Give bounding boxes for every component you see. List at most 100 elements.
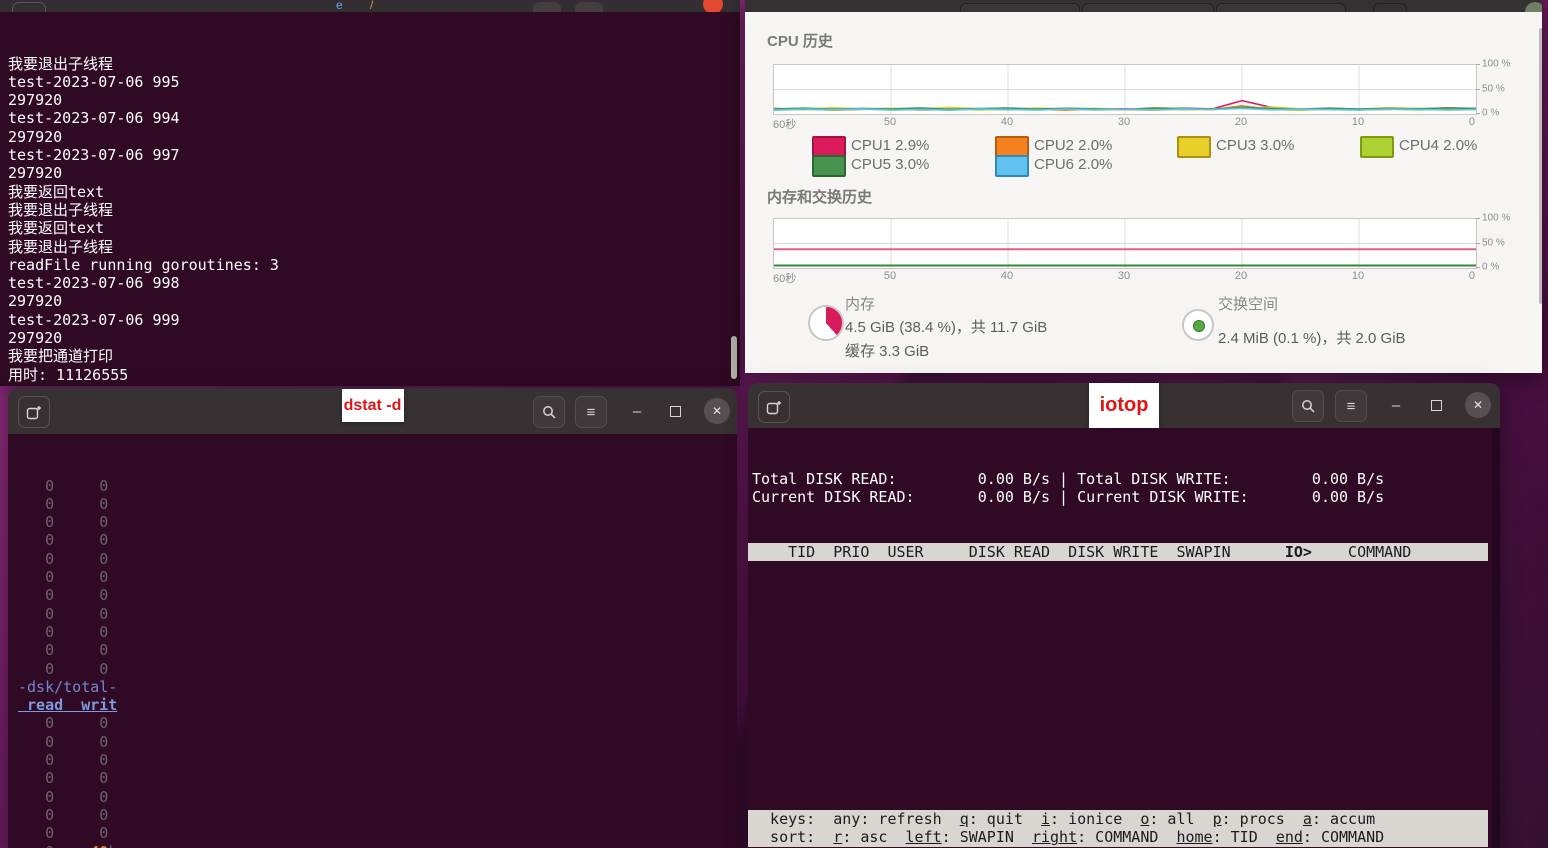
text-segment: 0 0 xyxy=(18,531,109,550)
memory-y-axis: 100 % 50 % 0 % xyxy=(1476,213,1522,273)
iotop-terminal-window: ≡ – ✕ iotop Total DISK READ: 0.00 B/s | … xyxy=(748,383,1500,848)
terminal-line: 0 0 xyxy=(18,806,737,824)
close-icon: ✕ xyxy=(711,404,723,418)
terminal-line: 297920 xyxy=(8,329,63,348)
terminal-line: 0 0 xyxy=(18,641,737,659)
text-segment: p xyxy=(1212,810,1222,828)
x-tick-label: 0 xyxy=(1468,270,1475,282)
terminal-line: 我要退出子线程 xyxy=(8,237,114,256)
terminal-line: 0 0 xyxy=(18,751,737,769)
menu-circle-button[interactable] xyxy=(1525,2,1542,12)
text-segment: -dsk/total- xyxy=(18,677,118,696)
y-tick-label: 50 % xyxy=(1482,237,1505,248)
x-tick-label: 10 xyxy=(1351,270,1365,282)
text-segment: 0 xyxy=(18,843,90,848)
new-tab-icon xyxy=(26,406,41,420)
terminal-line: 用时: 11126555 xyxy=(8,365,129,384)
minimize-icon: – xyxy=(632,402,642,420)
terminal-line: 0 0 xyxy=(18,586,737,604)
text-segment: 0 0 xyxy=(18,476,109,495)
new-tab-button[interactable] xyxy=(12,2,46,12)
maximize-button[interactable] xyxy=(663,400,687,422)
terminal-line: lu@lu:/home$ ^C xyxy=(8,384,740,386)
text-segment: /home xyxy=(62,384,107,386)
terminal-line: -dsk/total- xyxy=(18,678,737,696)
new-tab-button[interactable] xyxy=(758,391,790,423)
text-segment: 0 0 xyxy=(18,714,109,733)
search-button[interactable] xyxy=(533,396,565,428)
new-tab-button[interactable] xyxy=(18,396,50,428)
terminal-line: 我要退出子线程 xyxy=(8,200,114,219)
terminal-line: 0 40k xyxy=(18,843,737,848)
tab-resources[interactable]: 资源 xyxy=(1082,3,1214,12)
text-segment: 0 0 xyxy=(18,549,109,568)
vertical-scrollbar[interactable] xyxy=(731,336,737,379)
terminal-line: TID PRIO USER DISK READ DISK WRITE SWAPI… xyxy=(752,543,1488,561)
terminal-line: test-2023-07-06 997 xyxy=(8,146,180,165)
menu-button[interactable]: ≡ xyxy=(1335,390,1367,422)
close-button[interactable]: ✕ xyxy=(1465,392,1491,418)
window-button[interactable] xyxy=(1373,3,1407,12)
x-tick-label: 20 xyxy=(1234,116,1248,128)
terminal-line: 0 0 xyxy=(18,769,737,787)
legend-label: CPU2 2.0% xyxy=(1034,137,1113,154)
minimize-button[interactable]: – xyxy=(1384,394,1408,416)
maximize-button[interactable] xyxy=(1424,394,1448,416)
maximize-icon xyxy=(1430,399,1442,411)
text-segment: 0 0 xyxy=(18,568,109,587)
titlebar[interactable]: e / xyxy=(0,0,740,12)
tab-bar: 进程 资源 文件系统 xyxy=(745,0,1542,12)
terminal-line: 0 0 xyxy=(18,714,737,732)
swap-dot xyxy=(1193,320,1205,332)
terminal-line: test-2023-07-06 999 xyxy=(8,310,180,329)
legend-label: CPU4 2.0% xyxy=(1399,137,1478,154)
text-segment: 0 0 xyxy=(18,604,109,623)
menu-button[interactable]: ≡ xyxy=(575,396,607,428)
new-tab-icon xyxy=(766,401,781,415)
text-segment: $ ^C xyxy=(107,384,143,386)
terminal-line: 我要退出子线程 xyxy=(8,54,114,73)
text-segment: : ionice xyxy=(1050,810,1141,828)
close-button[interactable]: ✕ xyxy=(704,398,730,424)
text-segment: : quit xyxy=(968,810,1041,828)
terminal-line: Total DISK READ: 0.00 B/s | Total DISK W… xyxy=(752,469,1385,488)
text-segment: r xyxy=(833,828,843,847)
text-segment: 0 0 xyxy=(18,751,109,770)
text-segment: 0 0 xyxy=(18,787,109,806)
tab-processes[interactable]: 进程 xyxy=(960,3,1080,12)
title-text-fragment: / xyxy=(370,0,374,12)
search-button[interactable] xyxy=(533,2,561,12)
menu-button[interactable] xyxy=(575,2,603,12)
text-segment: 0 0 xyxy=(18,586,109,605)
search-button[interactable] xyxy=(1292,390,1324,422)
legend-label: CPU3 3.0% xyxy=(1216,137,1295,154)
terminal-line: 0 0 xyxy=(18,531,737,549)
vertical-scrollbar[interactable] xyxy=(1539,28,1542,304)
text-segment: left xyxy=(905,828,942,847)
text-segment: TID PRIO USER DISK READ DISK WRITE SWAPI… xyxy=(752,542,1285,561)
terminal-line: 0 0 xyxy=(18,477,737,495)
tab-filesystems[interactable]: 文件系统 xyxy=(1216,3,1346,12)
x-tick-label: 50 xyxy=(883,270,897,282)
text-segment: : procs xyxy=(1221,810,1303,828)
x-tick-label: 30 xyxy=(1117,116,1131,128)
terminal-line: 我要返回text xyxy=(8,182,105,201)
search-icon xyxy=(1301,399,1315,413)
text-segment: home xyxy=(1176,828,1213,847)
vertical-scrollbar[interactable] xyxy=(1492,428,1500,848)
legend-swatch xyxy=(995,155,1029,177)
terminal-line: 0 0 xyxy=(18,824,737,842)
text-segment: k xyxy=(108,843,117,848)
terminal-line: 0 0 xyxy=(18,568,737,586)
close-button[interactable] xyxy=(703,0,723,12)
x-tick-label: 10 xyxy=(1351,116,1365,128)
minimize-button[interactable]: – xyxy=(625,400,649,422)
cpu-y-axis: 100 % 50 % 0 % xyxy=(1476,59,1522,119)
y-tick-label: 50 % xyxy=(1482,83,1505,94)
text-segment: lu@lu xyxy=(8,384,53,386)
x-tick-label: 20 xyxy=(1234,270,1248,282)
memory-history-chart xyxy=(773,218,1477,269)
x-tick-label: 40 xyxy=(1000,270,1014,282)
minimize-icon: – xyxy=(1391,396,1401,414)
memory-history-title: 内存和交换历史 xyxy=(767,189,873,206)
